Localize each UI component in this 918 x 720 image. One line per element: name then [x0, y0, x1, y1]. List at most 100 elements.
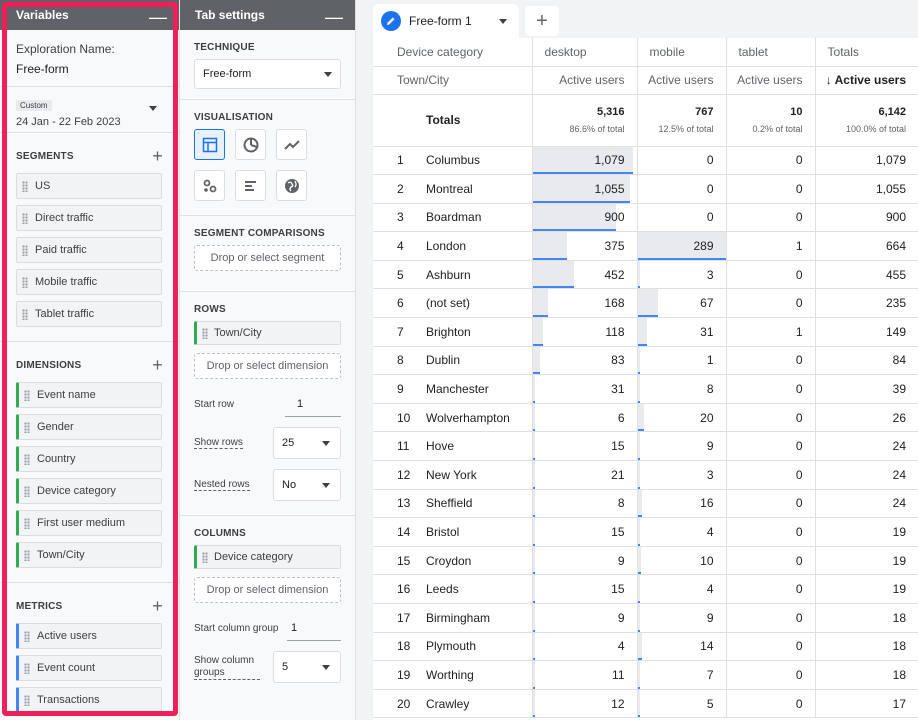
columns-drop-zone[interactable]: Drop or select dimension	[194, 577, 341, 603]
nested-rows-select[interactable]: No	[273, 469, 341, 501]
table-row[interactable]: 19 Worthing 11 7 0 18	[373, 660, 918, 690]
mobile-value: 4	[706, 525, 714, 540]
exploration-name-value[interactable]: Free-form	[16, 62, 163, 76]
line-chart-icon[interactable]	[276, 129, 307, 160]
dimension-item[interactable]: Event name	[16, 382, 162, 408]
table-row[interactable]: 17 Birmingham 9 9 0 18	[373, 603, 918, 633]
geo-map-icon[interactable]	[276, 170, 307, 201]
table-viz-icon[interactable]	[194, 129, 225, 160]
exploration-name[interactable]: Exploration Name: Free-form	[0, 30, 179, 87]
table-row[interactable]: 12 New York 21 3 0 24	[373, 460, 918, 490]
segment-drop-zone[interactable]: Drop or select segment	[194, 245, 341, 271]
tablet-cell: 0	[725, 146, 816, 176]
table-row[interactable]: 13 Sheffield 8 16 0 24	[373, 489, 918, 519]
dimension-item[interactable]: First user medium	[16, 510, 162, 536]
add-tab-button[interactable]: +	[525, 6, 559, 36]
columns-dimension-item[interactable]: Device category	[194, 545, 341, 569]
metric-header[interactable]: Active users	[531, 66, 638, 95]
dimension-item[interactable]: Country	[16, 446, 162, 472]
bar-chart-icon[interactable]	[235, 170, 266, 201]
table-row[interactable]: 8 Dublin 83 1 0 84	[373, 346, 918, 376]
date-range-picker[interactable]: Custom 24 Jan - 22 Feb 2023	[0, 87, 179, 133]
row-index: 8	[373, 346, 410, 376]
table-row[interactable]: 14 Bristol 15 4 0 19	[373, 517, 918, 547]
sorted-metric-header[interactable]: ↓ Active users	[814, 66, 918, 95]
desktop-cell: 21	[531, 460, 638, 490]
add-dimension-icon[interactable]: +	[152, 356, 163, 374]
row-index: 15	[373, 546, 410, 576]
drag-handle-icon[interactable]	[24, 631, 30, 642]
table-row[interactable]: 3 Boardman 900 0 0 900	[373, 203, 918, 233]
table-row[interactable]: 9 Manchester 31 8 0 39	[373, 374, 918, 404]
tab-free-form-1[interactable]: Free-form 1	[373, 4, 519, 38]
drag-handle-icon[interactable]	[24, 550, 30, 561]
start-column-group-input[interactable]: 1	[287, 615, 341, 641]
drag-handle-icon[interactable]	[24, 518, 30, 529]
drag-handle-icon[interactable]	[24, 390, 30, 401]
segment-item[interactable]: US	[16, 173, 162, 199]
table-row[interactable]: 4 London 375 289 1 664	[373, 231, 918, 261]
dimension-item[interactable]: Town/City	[16, 542, 162, 568]
drag-handle-icon[interactable]	[24, 454, 30, 465]
show-rows-select[interactable]: 25	[273, 427, 341, 459]
table-row[interactable]: 6 (not set) 168 67 0 235	[373, 288, 918, 319]
drag-handle-icon[interactable]	[22, 245, 28, 256]
row-index: 11	[373, 431, 410, 462]
segment-item[interactable]: Paid traffic	[16, 237, 162, 263]
visualisation-section: VISUALISATION	[180, 100, 355, 216]
drag-handle-icon[interactable]	[202, 328, 208, 339]
technique-select[interactable]: Free-form	[194, 59, 341, 89]
segment-item[interactable]: Tablet traffic	[16, 301, 162, 327]
metric-item[interactable]: Transactions	[16, 687, 162, 713]
collapse-tab-settings-icon[interactable]: —	[325, 4, 343, 26]
segment-item[interactable]: Direct traffic	[16, 205, 162, 231]
chevron-down-icon[interactable]	[499, 19, 507, 24]
column-header-mobile[interactable]: mobile	[636, 38, 727, 67]
drag-handle-icon[interactable]	[24, 663, 30, 674]
mobile-cell: 4	[636, 574, 727, 604]
table-row[interactable]: 20 Crawley 12 5 0 17	[373, 689, 918, 719]
drag-handle-icon[interactable]	[22, 309, 28, 320]
segment-item[interactable]: Mobile traffic	[16, 269, 162, 295]
column-header-totals[interactable]: Totals	[814, 38, 918, 67]
drag-handle-icon[interactable]	[22, 277, 28, 288]
add-segment-icon[interactable]: +	[152, 147, 163, 165]
drag-handle-icon[interactable]	[24, 486, 30, 497]
table-row[interactable]: 7 Brighton 118 31 1 149	[373, 317, 918, 347]
table-row[interactable]: 10 Wolverhampton 6 20 0 26	[373, 403, 918, 433]
table-row[interactable]: 5 Ashburn 452 3 0 455	[373, 260, 918, 290]
scatter-plot-icon[interactable]	[194, 170, 225, 201]
drag-handle-icon[interactable]	[22, 181, 28, 192]
dimension-item[interactable]: Device category	[16, 478, 162, 504]
show-column-groups-select[interactable]: 5	[273, 651, 341, 683]
metric-header[interactable]: Active users	[636, 66, 727, 95]
city-cell: Leeds	[410, 574, 533, 604]
drag-handle-icon[interactable]	[202, 552, 208, 563]
drag-handle-icon[interactable]	[24, 422, 30, 433]
table-row[interactable]: 15 Croydon 9 10 0 19	[373, 546, 918, 576]
table-row[interactable]: 11 Hove 15 9 0 24	[373, 431, 918, 462]
drag-handle-icon[interactable]	[22, 213, 28, 224]
drag-handle-icon[interactable]	[24, 695, 30, 706]
donut-chart-icon[interactable]	[235, 129, 266, 160]
dimension-header[interactable]: Device category	[373, 38, 533, 67]
table-row[interactable]: 16 Leeds 15 4 0 19	[373, 574, 918, 604]
metric-item[interactable]: Active users	[16, 623, 162, 649]
rows-drop-zone[interactable]: Drop or select dimension	[194, 353, 341, 379]
table-row[interactable]: 18 Plymouth 4 14 0 18	[373, 632, 918, 662]
column-header-desktop[interactable]: desktop	[531, 38, 638, 67]
collapse-variables-icon[interactable]: —	[149, 4, 167, 26]
metric-header[interactable]: Active users	[725, 66, 816, 95]
row-dimension-header[interactable]: Town/City	[373, 66, 533, 95]
chevron-down-icon[interactable]	[149, 106, 157, 111]
table-row[interactable]: 2 Montreal 1,055 0 0 1,055	[373, 174, 918, 204]
column-header-tablet[interactable]: tablet	[725, 38, 816, 67]
desktop-cell: 11	[531, 660, 638, 690]
pencil-icon	[381, 11, 401, 31]
add-metric-icon[interactable]: +	[152, 597, 163, 615]
rows-dimension-item[interactable]: Town/City	[194, 321, 341, 345]
dimension-item[interactable]: Gender	[16, 414, 162, 440]
start-row-input[interactable]: 1	[285, 391, 341, 417]
metric-item[interactable]: Event count	[16, 655, 162, 681]
table-row[interactable]: 1 Columbus 1,079 0 0 1,079	[373, 146, 918, 176]
